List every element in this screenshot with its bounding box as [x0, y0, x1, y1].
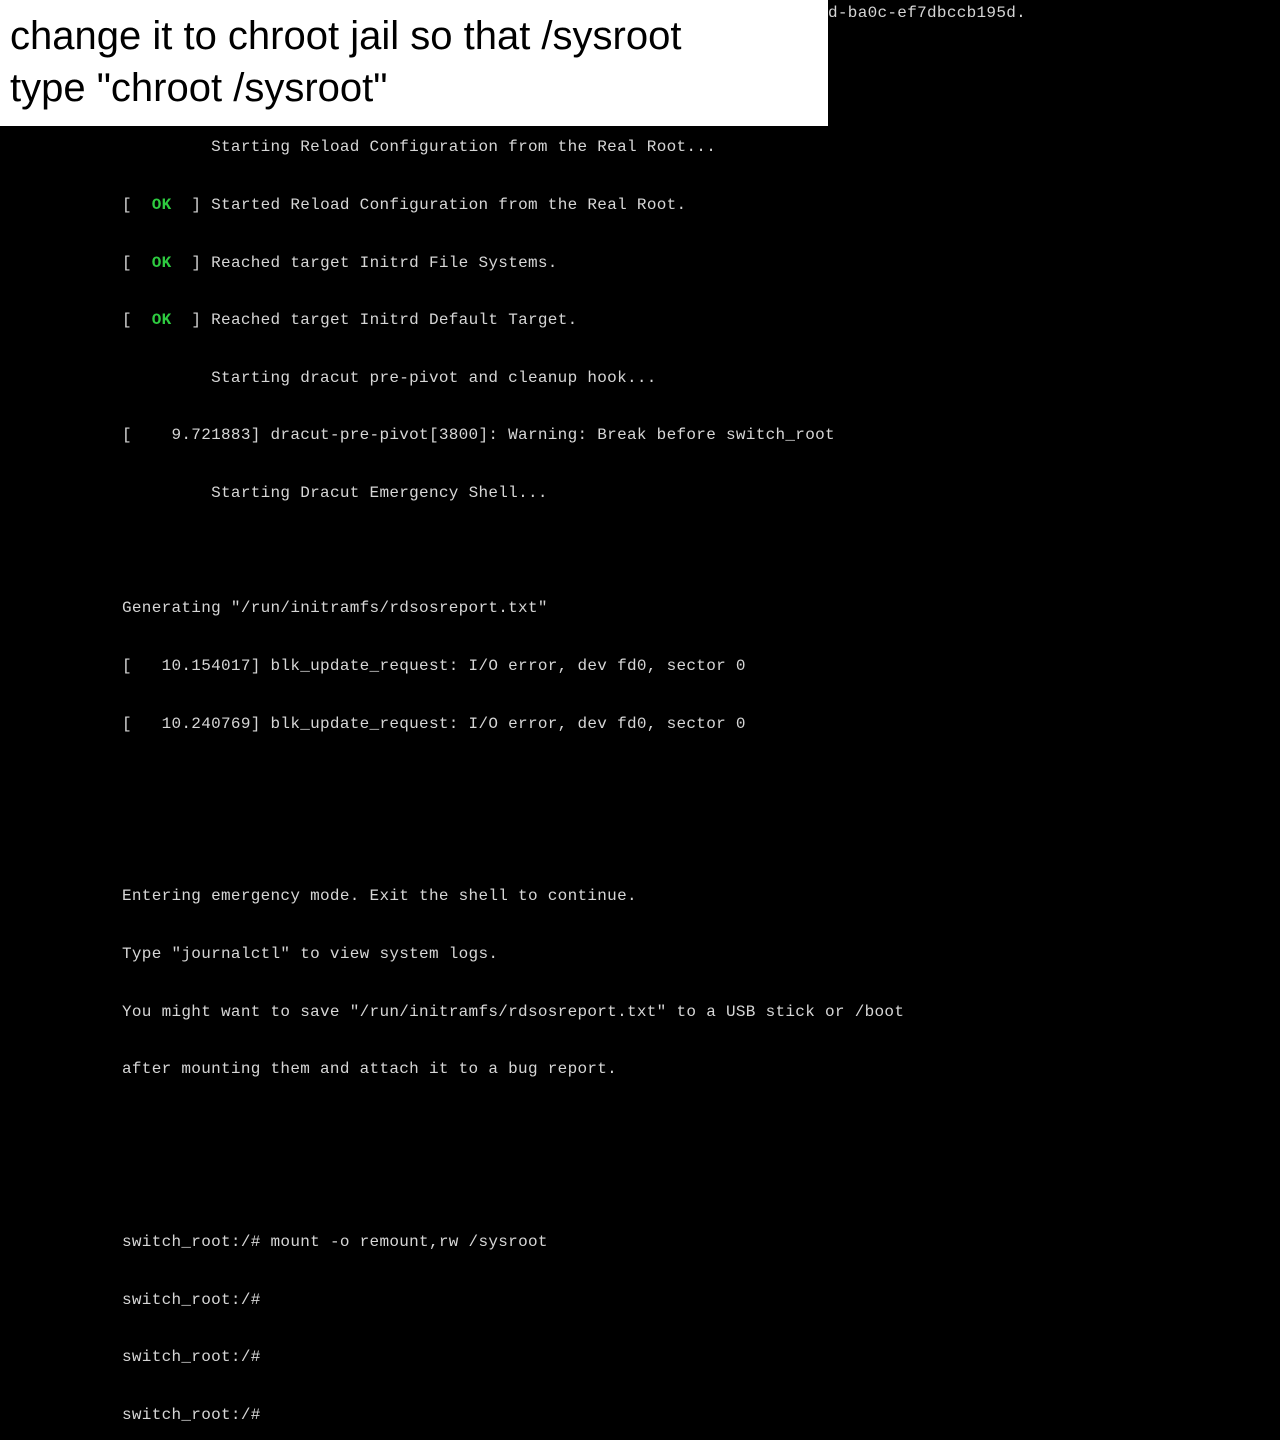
shell-command: mount -o remount,rw /sysroot [271, 1233, 548, 1251]
bracket-open: [ [122, 196, 152, 214]
report-line: Generating "/run/initramfs/rdsosreport.t… [122, 599, 1280, 618]
boot-msg: Starting Reload Configuration from the R… [211, 138, 716, 156]
instruction-overlay: change it to chroot jail so that /sysroo… [0, 0, 828, 126]
shell-prompt: switch_root:/# [122, 1233, 271, 1251]
bracket-close [172, 311, 192, 329]
emergency-msg: You might want to save "/run/initramfs/r… [122, 1003, 1280, 1022]
bracket-open: [ [122, 254, 152, 272]
bracket-close [172, 254, 192, 272]
boot-msg: ] Started Reload Configuration from the … [191, 196, 686, 214]
boot-indent [122, 369, 211, 387]
emergency-msg: Type "journalctl" to view system logs. [122, 945, 1280, 964]
boot-msg: ] Reached target Initrd Default Target. [191, 311, 577, 329]
boot-indent [122, 484, 211, 502]
shell-prompt: switch_root:/# [122, 1406, 271, 1424]
report-line: [ 10.154017] blk_update_request: I/O err… [122, 657, 1280, 676]
boot-msg: Starting dracut pre-pivot and cleanup ho… [211, 369, 657, 387]
uuid-fragment: d-ba0c-ef7dbccb195d. [828, 4, 1026, 23]
status-ok: OK [152, 196, 172, 214]
report-line: [ 10.240769] blk_update_request: I/O err… [122, 715, 1280, 734]
shell-prompt: switch_root:/# [122, 1348, 271, 1366]
emergency-msg: after mounting them and attach it to a b… [122, 1060, 1280, 1079]
shell-prompt: switch_root:/# [122, 1291, 271, 1309]
boot-indent [122, 138, 211, 156]
overlay-line1: change it to chroot jail so that /sysroo… [10, 10, 818, 62]
boot-msg: [ 9.721883] dracut-pre-pivot[3800]: Warn… [122, 426, 835, 444]
status-ok: OK [152, 311, 172, 329]
boot-msg: Starting Dracut Emergency Shell... [211, 484, 548, 502]
bracket-close [172, 196, 192, 214]
bracket-open: [ [122, 311, 152, 329]
emergency-msg: Entering emergency mode. Exit the shell … [122, 887, 1280, 906]
overlay-line2: type "chroot /sysroot" [10, 62, 818, 114]
boot-msg: ] Reached target Initrd File Systems. [191, 254, 557, 272]
status-ok: OK [152, 254, 172, 272]
